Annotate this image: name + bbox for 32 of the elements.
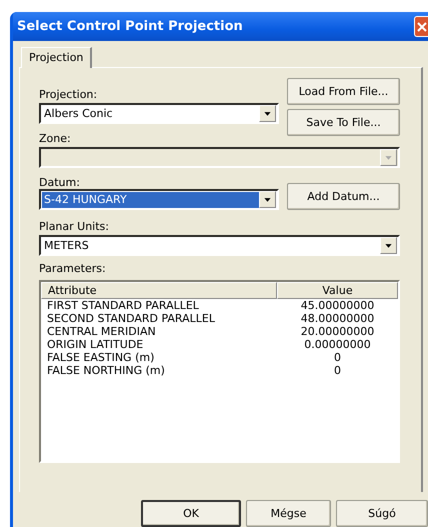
window-title: Select Control Point Projection bbox=[17, 19, 243, 34]
close-icon bbox=[416, 20, 426, 32]
table-cell-text: CENTRAL MERIDIAN bbox=[46, 325, 157, 338]
field-label: Zone: bbox=[39, 132, 71, 145]
table-cell-text: FALSE NORTHING (m) bbox=[46, 364, 166, 377]
table-cell-text: 20.00000000 bbox=[300, 325, 376, 338]
dialog-button[interactable]: OK bbox=[141, 500, 241, 527]
file-button[interactable]: Save To File... bbox=[287, 109, 400, 136]
table-cell-text: 0.00000000 bbox=[303, 338, 372, 351]
units-dropdown[interactable]: METERS bbox=[39, 235, 400, 256]
add-datum-button[interactable]: Add Datum... bbox=[287, 183, 400, 210]
column-header[interactable]: Value bbox=[277, 282, 398, 299]
field-label: Parameters: bbox=[39, 262, 106, 275]
dialog-button[interactable]: Mégse bbox=[246, 500, 331, 527]
table-cell-text: ORIGIN LATITUDE bbox=[46, 338, 144, 351]
table-cell-text: FIRST STANDARD PARALLEL bbox=[46, 299, 200, 312]
table-cell-text: 48.00000000 bbox=[300, 312, 376, 325]
field-label: Datum: bbox=[39, 176, 80, 189]
close-button[interactable] bbox=[414, 16, 428, 37]
table-cell-text: SECOND STANDARD PARALLEL bbox=[46, 312, 216, 325]
projection-dropdown[interactable]: Albers Conic bbox=[39, 103, 279, 124]
file-button[interactable]: Load From File... bbox=[287, 78, 400, 105]
table-cell-text: 0 bbox=[333, 351, 342, 364]
table-cell-text: 45.00000000 bbox=[300, 299, 376, 312]
column-header[interactable]: Attribute bbox=[41, 282, 277, 299]
field-label: Planar Units: bbox=[39, 220, 109, 233]
table-cell-text: 0 bbox=[333, 364, 342, 377]
table-cell-text: FALSE EASTING (m) bbox=[46, 351, 156, 364]
datum-dropdown[interactable]: S-42 HUNGARY bbox=[39, 189, 279, 210]
field-label: Projection: bbox=[39, 88, 98, 101]
tab[interactable]: Projection bbox=[21, 47, 92, 68]
dialog-button[interactable]: Súgó bbox=[336, 500, 428, 527]
